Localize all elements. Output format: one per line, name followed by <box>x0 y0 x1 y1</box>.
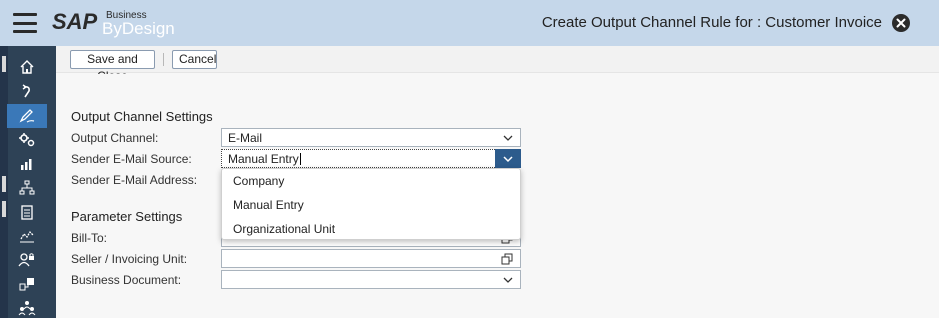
seller-invoicing-unit-field[interactable] <box>221 249 521 268</box>
org-icon[interactable] <box>7 272 47 296</box>
home-icon[interactable] <box>7 55 47 79</box>
refresh-icon[interactable] <box>7 79 47 103</box>
page-title: Create Output Channel Rule for : Custome… <box>541 14 882 31</box>
chart-icon[interactable] <box>7 224 47 248</box>
clipboard-icon[interactable] <box>7 200 47 224</box>
logo-main: SAP <box>52 9 98 34</box>
close-icon[interactable] <box>892 14 910 32</box>
bill-to-label: Bill-To: <box>71 231 108 245</box>
sap-bydesign-logo: SAP Business ByDesign <box>52 8 180 38</box>
sender-email-address-label: Sender E-Mail Address: <box>71 173 198 187</box>
chevron-down-icon <box>503 277 513 283</box>
settings-icon[interactable] <box>7 128 47 152</box>
team-icon[interactable] <box>7 296 47 318</box>
toolbar: Save and Close Cancel <box>56 46 939 83</box>
business-document-select[interactable] <box>221 270 521 289</box>
left-navigation <box>0 46 56 318</box>
seller-invoicing-unit-label: Seller / Invoicing Unit: <box>71 252 188 266</box>
sender-source-dropdown-list: Company Manual Entry Organizational Unit <box>221 168 521 240</box>
dropdown-option-manual-entry[interactable]: Manual Entry <box>222 193 520 217</box>
hierarchy-icon[interactable] <box>7 176 47 200</box>
dropdown-option-company[interactable]: Company <box>222 169 520 193</box>
dropdown-toggle-button[interactable] <box>495 149 521 168</box>
shell-bar: SAP Business ByDesign Create Output Chan… <box>0 0 939 46</box>
edit-icon[interactable] <box>7 104 47 128</box>
sender-email-source-select[interactable]: Manual Entry <box>221 149 521 168</box>
output-channel-value: E-Mail <box>228 131 263 145</box>
chevron-down-icon <box>503 135 513 141</box>
menu-icon[interactable] <box>13 13 37 33</box>
user-lock-icon[interactable] <box>7 248 47 272</box>
output-channel-settings-title: Output Channel Settings <box>71 109 213 124</box>
toolbar-separator <box>163 53 164 66</box>
nav-marker <box>2 201 6 217</box>
sender-email-source-value: Manual Entry <box>228 152 299 166</box>
nav-marker <box>2 176 6 192</box>
text-caret <box>299 153 301 165</box>
save-and-close-button[interactable]: Save and Close <box>70 50 155 83</box>
logo-sub: ByDesign <box>102 19 175 38</box>
cancel-button[interactable]: Cancel <box>172 50 217 69</box>
chevron-down-icon <box>503 155 513 162</box>
business-document-label: Business Document: <box>71 273 182 287</box>
output-channel-select[interactable]: E-Mail <box>221 128 521 147</box>
sender-email-source-label: Sender E-Mail Source: <box>71 152 192 166</box>
analytics-icon[interactable] <box>7 152 47 176</box>
output-channel-label: Output Channel: <box>71 131 159 145</box>
dropdown-option-organizational-unit[interactable]: Organizational Unit <box>222 217 520 241</box>
value-help-icon[interactable] <box>501 253 513 265</box>
nav-marker <box>2 56 6 72</box>
parameter-settings-title: Parameter Settings <box>71 209 183 224</box>
